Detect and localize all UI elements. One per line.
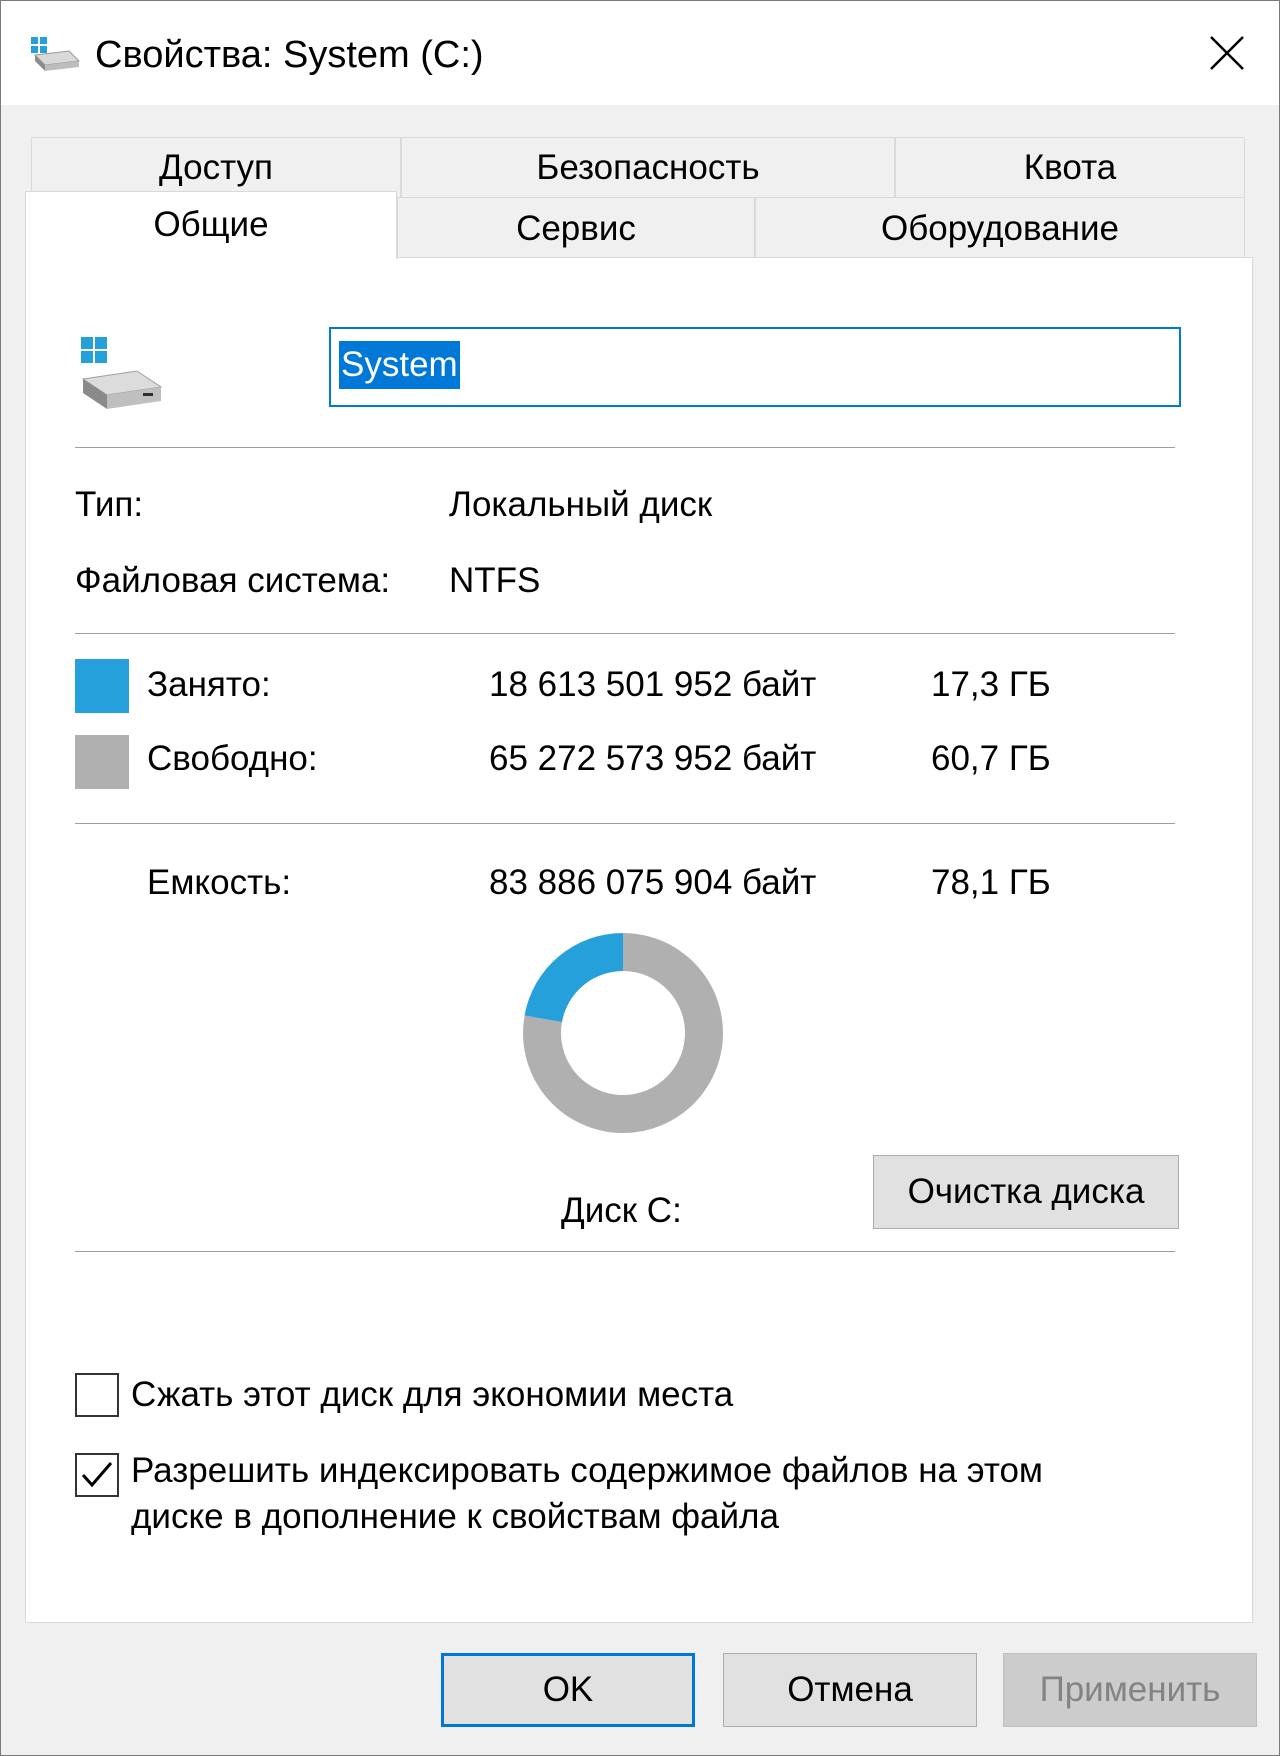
free-bytes: 65 272 573 952 байт	[489, 739, 817, 778]
free-space-swatch	[75, 735, 129, 789]
used-bytes: 18 613 501 952 байт	[489, 665, 817, 704]
used-label: Занято:	[147, 665, 271, 704]
ok-button[interactable]: OK	[441, 1653, 695, 1727]
disk-usage-donut	[523, 933, 723, 1133]
used-space-swatch	[75, 659, 129, 713]
checkmark-icon	[81, 1462, 113, 1488]
separator	[75, 823, 1175, 824]
title-bar[interactable]: Свойства: System (C:)	[1, 1, 1279, 105]
tab-hardware[interactable]: Оборудование	[755, 197, 1245, 257]
type-value: Локальный диск	[449, 485, 713, 524]
disk-cleanup-button[interactable]: Очистка диска	[873, 1155, 1179, 1229]
volume-name-text: System	[339, 341, 460, 389]
allow-indexing-label-line2[interactable]: диске в дополнение к свойствам файла	[131, 1495, 779, 1539]
close-button[interactable]	[1175, 1, 1279, 105]
free-size: 60,7 ГБ	[931, 739, 1051, 778]
allow-indexing-checkbox[interactable]	[75, 1453, 119, 1497]
allow-indexing-label-line1[interactable]: Разрешить индексировать содержимое файло…	[131, 1449, 1043, 1493]
hard-drive-icon	[79, 337, 165, 418]
capacity-size: 78,1 ГБ	[931, 863, 1051, 902]
used-size: 17,3 ГБ	[931, 665, 1051, 704]
properties-window: Свойства: System (C:) Доступ Безопасност…	[0, 0, 1280, 1756]
free-label: Свободно:	[147, 739, 318, 778]
tab-quota[interactable]: Квота	[895, 137, 1245, 197]
separator	[75, 633, 1175, 634]
tab-tools[interactable]: Сервис	[397, 197, 755, 257]
tab-access[interactable]: Доступ	[31, 137, 401, 197]
drive-icon	[29, 37, 81, 78]
separator	[75, 1251, 1175, 1252]
type-label: Тип:	[75, 485, 144, 524]
tab-security[interactable]: Безопасность	[401, 137, 895, 197]
capacity-label: Емкость:	[147, 863, 292, 902]
tab-general[interactable]: Общие	[25, 191, 397, 259]
compress-drive-label[interactable]: Сжать этот диск для экономии места	[131, 1373, 733, 1417]
filesystem-value: NTFS	[449, 561, 541, 600]
apply-button[interactable]: Применить	[1003, 1653, 1257, 1727]
volume-name-input[interactable]: System	[329, 327, 1181, 407]
separator	[75, 447, 1175, 448]
window-title: Свойства: System (C:)	[95, 34, 484, 76]
filesystem-label: Файловая система:	[75, 561, 391, 600]
cancel-button[interactable]: Отмена	[723, 1653, 977, 1727]
close-icon	[1210, 36, 1244, 70]
capacity-bytes: 83 886 075 904 байт	[489, 863, 817, 902]
compress-drive-checkbox[interactable]	[75, 1373, 119, 1417]
drive-letter-label: Диск C:	[561, 1191, 682, 1230]
used-space-arc	[524, 933, 623, 1023]
